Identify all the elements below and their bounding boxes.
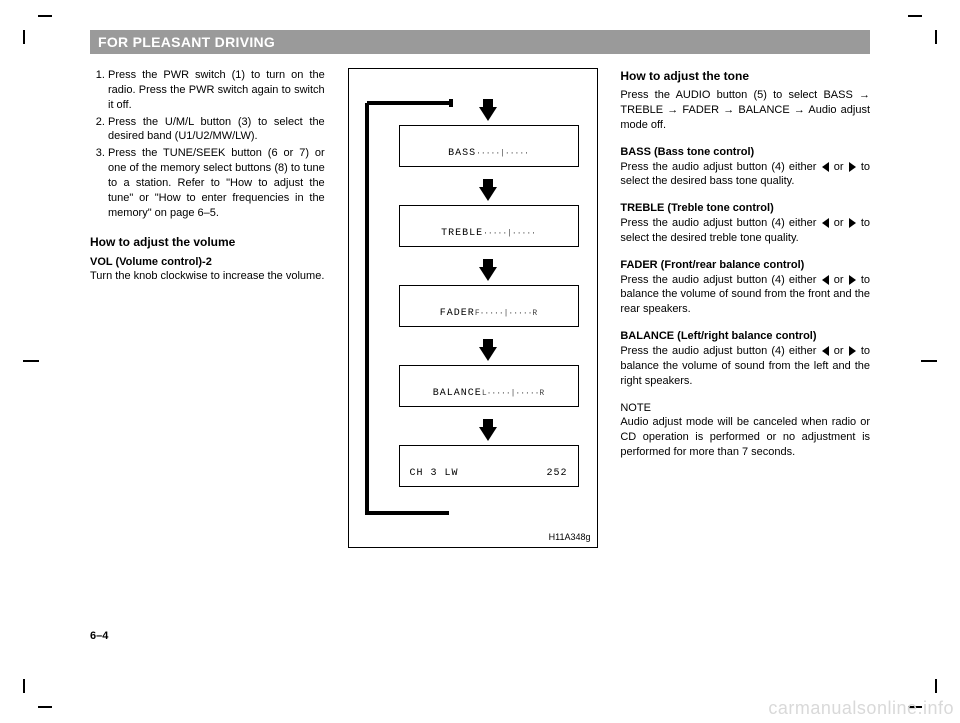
treble-heading: TREBLE (Treble tone control) bbox=[620, 202, 773, 214]
note-body: Audio adjust mode will be canceled when … bbox=[620, 415, 870, 460]
figure-label: H11A348g bbox=[549, 531, 591, 543]
crop-mark bbox=[908, 15, 922, 17]
watermark: carmanualsonline.info bbox=[768, 698, 954, 719]
crop-mark bbox=[23, 30, 25, 44]
lcd-text: CH 3 LW bbox=[410, 467, 459, 481]
lcd-text: TREBLE bbox=[441, 227, 483, 241]
page-content: FOR PLEASANT DRIVING Press the PWR switc… bbox=[90, 30, 870, 650]
instruction-step: Press the TUNE/SEEK button (6 or 7) or o… bbox=[108, 146, 325, 220]
lcd-bass: BASS·····|····· bbox=[399, 125, 579, 167]
balance-body: Press the audio adjust button (4) either… bbox=[620, 344, 870, 389]
vol-body: Turn the knob clockwise to increase the … bbox=[90, 269, 325, 284]
balance-heading: BALANCE (Left/right balance control) bbox=[620, 330, 816, 342]
down-arrow-icon bbox=[479, 107, 497, 121]
lcd-text: BALANCE bbox=[433, 387, 482, 401]
right-arrow-icon bbox=[849, 162, 856, 172]
crop-mark bbox=[38, 706, 52, 708]
fader-heading: FADER (Front/rear balance control) bbox=[620, 259, 804, 271]
right-column: How to adjust the tone Press the AUDIO b… bbox=[620, 68, 870, 548]
left-arrow-icon bbox=[822, 346, 829, 356]
right-arrow-icon bbox=[849, 275, 856, 285]
lcd-treble: TREBLE·····|····· bbox=[399, 205, 579, 247]
instruction-list: Press the PWR switch (1) to turn on the … bbox=[90, 68, 325, 220]
crop-mark bbox=[935, 30, 937, 44]
left-arrow-icon bbox=[822, 275, 829, 285]
left-column: Press the PWR switch (1) to turn on the … bbox=[90, 68, 325, 548]
audio-mode-diagram: BASS·····|····· TREBLE·····|····· FADERF… bbox=[348, 68, 598, 548]
volume-heading: How to adjust the volume bbox=[90, 234, 325, 250]
right-arrow-icon bbox=[849, 346, 856, 356]
lcd-text: BASS bbox=[448, 147, 476, 161]
crop-mark bbox=[935, 679, 937, 693]
lcd-scale: F·····|·····R bbox=[475, 309, 537, 320]
lcd-fader: FADERF·····|·····R bbox=[399, 285, 579, 327]
lcd-radio: CH 3 LW 252 bbox=[399, 445, 579, 487]
lcd-scale: L·····|·····R bbox=[482, 389, 544, 400]
vol-label: VOL (Volume control)-2 bbox=[90, 256, 212, 268]
down-arrow-icon bbox=[479, 427, 497, 441]
note-heading: NOTE bbox=[620, 401, 870, 416]
left-arrow-icon bbox=[822, 218, 829, 228]
tone-heading: How to adjust the tone bbox=[620, 68, 870, 84]
down-arrow-icon bbox=[479, 187, 497, 201]
left-arrow-icon bbox=[822, 162, 829, 172]
instruction-step: Press the PWR switch (1) to turn on the … bbox=[108, 68, 325, 113]
content-columns: Press the PWR switch (1) to turn on the … bbox=[90, 68, 870, 548]
lcd-balance: BALANCEL·····|·····R bbox=[399, 365, 579, 407]
center-column: BASS·····|····· TREBLE·····|····· FADERF… bbox=[343, 68, 603, 548]
tone-body: Press the AUDIO button (5) to select BAS… bbox=[620, 88, 870, 133]
lcd-text: 252 bbox=[547, 467, 568, 481]
right-arrow-icon bbox=[849, 218, 856, 228]
lcd-scale: ·····|····· bbox=[476, 149, 529, 160]
crop-mark bbox=[38, 15, 52, 17]
fader-body: Press the audio adjust button (4) either… bbox=[620, 273, 870, 318]
treble-body: Press the audio adjust button (4) either… bbox=[620, 216, 870, 246]
lcd-text: FADER bbox=[440, 307, 475, 321]
page-number: 6–4 bbox=[90, 630, 108, 642]
bass-heading: BASS (Bass tone control) bbox=[620, 146, 754, 158]
crop-mark bbox=[23, 679, 25, 693]
bass-body: Press the audio adjust button (4) either… bbox=[620, 160, 870, 190]
down-arrow-icon bbox=[479, 267, 497, 281]
down-arrow-icon bbox=[479, 347, 497, 361]
instruction-step: Press the U/M/L button (3) to select the… bbox=[108, 115, 325, 145]
lcd-scale: ·····|····· bbox=[483, 229, 536, 240]
crop-mark bbox=[23, 360, 39, 362]
section-header: FOR PLEASANT DRIVING bbox=[90, 30, 870, 54]
crop-mark bbox=[921, 360, 937, 362]
